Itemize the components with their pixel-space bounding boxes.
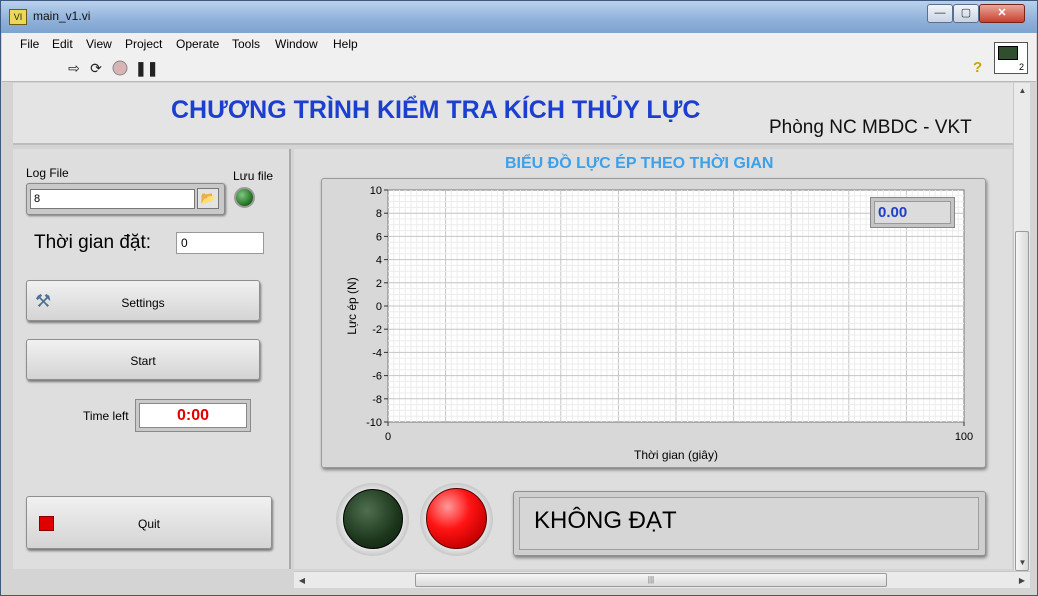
fail-led <box>426 488 487 549</box>
horizontal-scroll-thumb[interactable]: ||| <box>415 573 887 587</box>
run-continuously-icon[interactable]: ⟳ <box>88 60 104 76</box>
force-readout-value: 0.00 <box>874 201 951 224</box>
start-button-label: Start <box>130 354 156 368</box>
save-file-led[interactable] <box>234 187 255 208</box>
toolbar: ⇨ ⟳ ❚❚ <box>2 55 1036 82</box>
x-axis-label: Thời gian (giây) <box>634 448 718 462</box>
vertical-scrollbar[interactable]: ▲ ▼ <box>1013 83 1030 571</box>
quit-button[interactable]: Quit <box>26 496 272 549</box>
x-tick-label: 100 <box>955 431 973 443</box>
page-subtitle: Phòng NC MBDC - VKT <box>769 117 972 138</box>
pass-led <box>343 489 403 549</box>
browse-folder-icon[interactable]: 📂 <box>197 188 219 209</box>
x-tick-label: 0 <box>385 431 391 443</box>
y-tick-label: -4 <box>372 347 382 359</box>
pause-icon[interactable]: ❚❚ <box>135 60 158 76</box>
chart-title: BIỂU ĐỒ LỰC ÉP THEO THỜI GIAN <box>505 155 774 172</box>
y-tick-label: 6 <box>376 231 382 243</box>
menu-window[interactable]: Window <box>275 37 318 51</box>
y-tick-label: -8 <box>372 394 382 406</box>
scroll-up-icon[interactable]: ▲ <box>1014 83 1031 99</box>
result-status-text: KHÔNG ĐẠT <box>519 497 979 550</box>
y-tick-label: -6 <box>372 371 382 383</box>
menu-tools[interactable]: Tools <box>232 37 260 51</box>
window-title: main_v1.vi <box>33 9 91 23</box>
time-left-value: 0:00 <box>139 403 247 428</box>
menu-operate[interactable]: Operate <box>176 37 219 51</box>
horizontal-scrollbar[interactable]: ◀ ||| ▶ <box>294 571 1030 588</box>
minimize-button[interactable]: — <box>927 4 953 23</box>
connector-pane-icon[interactable]: 2 <box>994 42 1028 74</box>
time-left-label: Time left <box>83 409 129 423</box>
time-set-input[interactable]: 0 <box>176 232 264 254</box>
y-axis-label: Lực ép (N) <box>345 277 359 334</box>
start-button[interactable]: Start <box>26 339 260 380</box>
log-file-label: Log File <box>26 166 69 180</box>
menu-view[interactable]: View <box>86 37 112 51</box>
scroll-left-icon[interactable]: ◀ <box>294 572 310 589</box>
scroll-right-icon[interactable]: ▶ <box>1014 572 1030 589</box>
settings-button[interactable]: ⚒ Settings <box>26 280 260 321</box>
y-tick-label: 10 <box>370 185 382 197</box>
connector-number: 2 <box>1018 62 1024 72</box>
y-tick-label: 2 <box>376 278 382 290</box>
abort-execution-icon[interactable] <box>112 60 128 76</box>
menu-file[interactable]: File <box>20 37 39 51</box>
time-left-indicator: 0:00 <box>135 399 251 432</box>
y-tick-label: -2 <box>372 324 382 336</box>
maximize-button[interactable]: ▢ <box>953 4 979 23</box>
title-bar[interactable]: VI main_v1.vi — ▢ ✕ <box>1 1 1037 33</box>
settings-button-label: Settings <box>121 296 165 310</box>
menu-help[interactable]: Help <box>333 37 358 51</box>
menu-project[interactable]: Project <box>125 37 162 51</box>
menu-bar: File Edit View Project Operate Tools Win… <box>2 33 1036 55</box>
context-help-icon[interactable]: ? <box>973 59 982 76</box>
scroll-down-icon[interactable]: ▼ <box>1014 555 1031 571</box>
vertical-scroll-thumb[interactable] <box>1015 231 1029 571</box>
app-window: VI main_v1.vi — ▢ ✕ File Edit View Proje… <box>0 0 1038 596</box>
force-readout: 0.00 <box>870 197 955 228</box>
log-file-path-input[interactable]: 8 <box>30 189 195 209</box>
save-file-label: Lưu file <box>233 169 274 183</box>
page-title: CHƯƠNG TRÌNH KIỂM TRA KÍCH THỦY LỰC <box>171 96 701 124</box>
vi-file-icon: VI <box>9 9 27 25</box>
run-arrow-icon[interactable]: ⇨ <box>66 60 82 76</box>
quit-button-label: Quit <box>137 517 160 531</box>
y-tick-label: 8 <box>376 208 382 220</box>
menu-edit[interactable]: Edit <box>52 37 73 51</box>
y-tick-label: 4 <box>376 255 382 267</box>
y-tick-label: 0 <box>376 301 382 313</box>
time-set-label: Thời gian đặt: <box>34 232 152 253</box>
y-tick-label: -10 <box>366 417 382 429</box>
close-button[interactable]: ✕ <box>979 4 1025 23</box>
